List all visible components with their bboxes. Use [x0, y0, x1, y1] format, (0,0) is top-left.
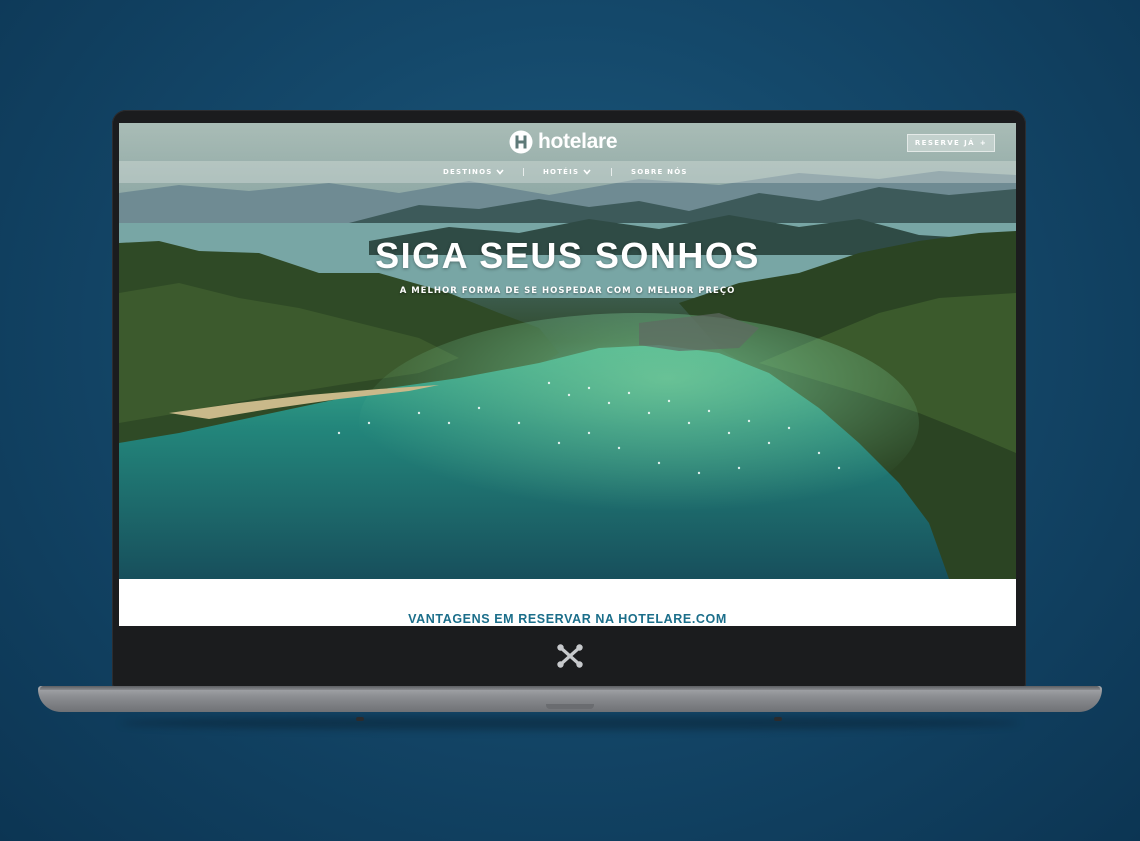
chevron-down-icon: [496, 169, 505, 175]
nav-item-label: SOBRE NÓS: [631, 168, 688, 176]
laptop-foot: [356, 717, 364, 721]
header: hotelare RESERVE JÁ +: [119, 123, 1016, 161]
hero-headline: SIGA SEUS SONHOS: [375, 235, 760, 276]
laptop-hinge: [40, 686, 1100, 690]
logo-text: hotelare: [538, 130, 618, 153]
hero-background-image: [119, 123, 1016, 579]
hero-section: hotelare RESERVE JÁ + DESTINOS | HOTÉIS …: [119, 123, 1016, 579]
laptop-screen: hotelare RESERVE JÁ + DESTINOS | HOTÉIS …: [119, 123, 1016, 626]
nav-separator: |: [610, 167, 613, 176]
wrench-cross-icon: [557, 644, 583, 668]
plus-icon: +: [979, 139, 988, 147]
laptop-notch: [546, 704, 594, 709]
nav-item-destinos[interactable]: DESTINOS: [443, 161, 505, 183]
nav-item-label: DESTINOS: [443, 168, 493, 176]
nav-item-sobre-nos[interactable]: SOBRE NÓS: [631, 161, 688, 183]
laptop-shadow: [120, 716, 1020, 730]
section-title: VANTAGENS EM RESERVAR NA HOTELARE.COM: [408, 612, 727, 626]
hotelare-h-logo-icon: [509, 130, 533, 154]
nav-item-hoteis[interactable]: HOTÉIS: [543, 161, 591, 183]
laptop-foot: [774, 717, 782, 721]
main-nav: DESTINOS | HOTÉIS | SOBRE NÓS: [119, 161, 1016, 183]
nav-item-label: HOTÉIS: [543, 168, 580, 176]
nav-separator: |: [522, 167, 525, 176]
site-logo[interactable]: hotelare: [509, 129, 618, 155]
hero-subheadline: A MELHOR FORMA DE SE HOSPEDAR COM O MELH…: [399, 286, 736, 296]
reserve-button-label: RESERVE JÁ: [914, 139, 975, 147]
reserve-button[interactable]: RESERVE JÁ +: [907, 134, 995, 152]
chevron-down-icon: [583, 169, 591, 175]
